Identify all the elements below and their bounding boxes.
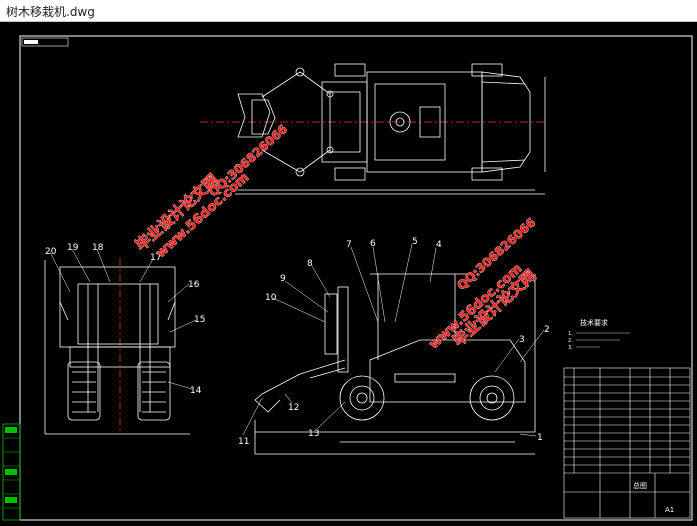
window-titlebar: 树木移栽机.dwg <box>0 0 697 22</box>
tech-req-line-1: 1. <box>568 331 573 337</box>
drawing-code-fill <box>24 40 38 44</box>
callout-15: 15 <box>194 315 205 325</box>
callout-5: 5 <box>412 237 418 247</box>
tech-req-line-2: 2. <box>568 338 573 344</box>
watermark-a: 毕业设计论文网 www.56doc.com QQ:306826066 <box>132 122 291 262</box>
drawing-canvas[interactable]: 1 2 3 4 5 6 7 8 9 10 11 12 13 14 15 16 1… <box>0 22 697 526</box>
callout-2: 2 <box>544 325 550 335</box>
callout-10: 10 <box>265 293 277 303</box>
callout-20: 20 <box>45 247 57 257</box>
callout-6: 6 <box>370 239 376 249</box>
callout-3: 3 <box>519 335 525 345</box>
top-view <box>200 63 546 195</box>
callout-18: 18 <box>92 243 104 253</box>
callout-11: 11 <box>238 437 249 447</box>
callout-8: 8 <box>307 259 313 269</box>
callout-19: 19 <box>67 243 79 253</box>
callout-9: 9 <box>280 274 286 284</box>
watermark-qq-a: QQ:306826066 <box>206 122 290 200</box>
watermark-b: 毕业设计论文网 www.56doc.com QQ:306826066 <box>426 215 540 353</box>
window-title: 树木移栽机.dwg <box>6 5 95 19</box>
tech-req-title: 技术要求 <box>580 318 608 327</box>
callout-13: 13 <box>308 429 319 439</box>
tech-requirements: 技术要求 1. 2. 3. <box>568 318 630 351</box>
cad-drawing: 1 2 3 4 5 6 7 8 9 10 11 12 13 14 15 16 1… <box>2 35 693 521</box>
title-block-name: 总图 <box>633 481 647 490</box>
callout-16: 16 <box>188 280 200 290</box>
title-block-sheet: A1 <box>665 506 674 514</box>
drawing-frame <box>19 35 693 521</box>
left-side-table <box>2 423 21 521</box>
callout-14: 14 <box>190 386 202 396</box>
front-view <box>44 258 190 435</box>
tech-req-line-3: 3. <box>568 345 573 351</box>
callout-4: 4 <box>436 240 442 250</box>
callout-1: 1 <box>537 433 543 443</box>
title-block <box>563 367 691 519</box>
callout-12: 12 <box>288 403 299 413</box>
callout-7: 7 <box>346 240 352 250</box>
